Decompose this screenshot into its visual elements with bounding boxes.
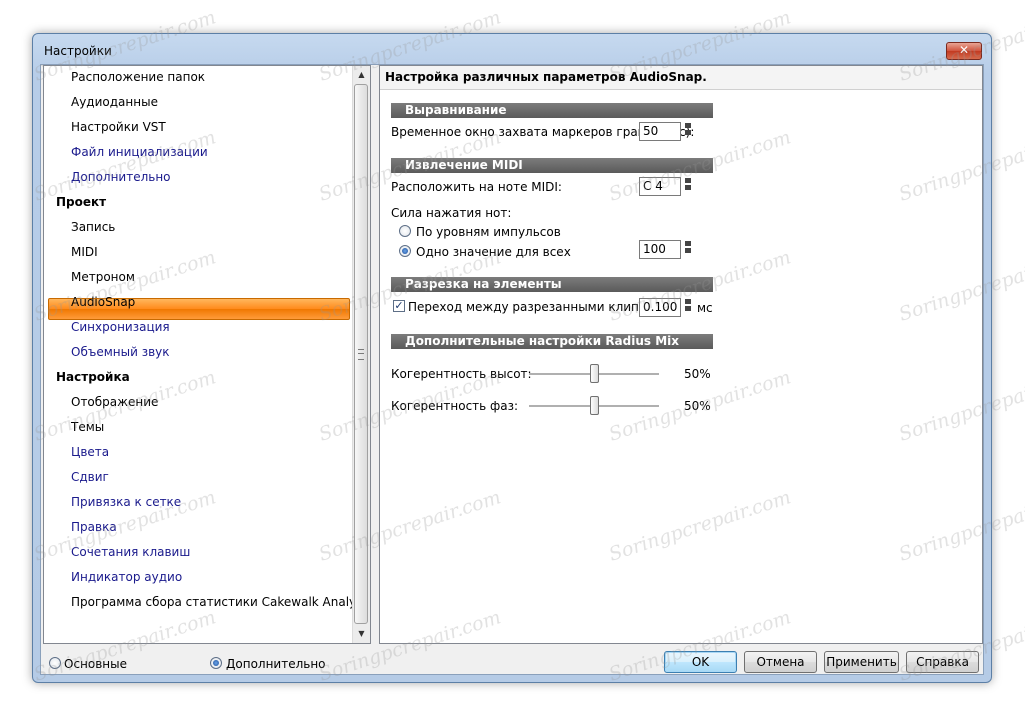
tree-item[interactable]: Сдвиг <box>71 466 109 488</box>
close-button[interactable]: ✕ <box>946 42 982 60</box>
capture-window-spinner[interactable] <box>684 122 692 141</box>
crossfade-unit: мс <box>697 301 713 315</box>
capture-window-input[interactable]: 50 <box>639 122 681 141</box>
spin-down-icon <box>685 185 691 190</box>
cancel-button[interactable]: Отмена <box>744 651 817 673</box>
tree-category[interactable]: Настройка <box>56 366 130 388</box>
spin-up-icon <box>685 178 691 183</box>
phase-coherence-slider-thumb[interactable] <box>589 396 599 415</box>
velocity-spinner[interactable] <box>684 240 692 259</box>
tree-category[interactable]: Проект <box>56 191 106 213</box>
tree-item[interactable]: Темы <box>71 416 104 438</box>
tree-item[interactable]: Дополнительно <box>71 166 171 188</box>
tree-item[interactable]: Настройки VST <box>71 116 166 138</box>
velocity-single-label[interactable]: Одно значение для всех <box>416 245 571 259</box>
velocity-pulses-radio[interactable] <box>399 225 411 237</box>
spin-down-icon <box>685 130 691 135</box>
close-icon: ✕ <box>958 43 970 57</box>
midi-note-spinner[interactable] <box>684 177 692 196</box>
tree-item[interactable]: Индикатор аудио <box>71 566 182 588</box>
midi-note-input[interactable]: C 4 <box>639 177 681 196</box>
tree-item[interactable]: Цвета <box>71 441 109 463</box>
tree-item[interactable]: Сочетания клавиш <box>71 541 190 563</box>
title-bar: Настройки ✕ <box>33 34 991 64</box>
settings-window: Настройки ✕ Расположение папок Аудиоданны… <box>32 33 992 683</box>
audiosnap-settings-panel: Настройка различных параметров AudioSnap… <box>379 65 983 644</box>
tree-item[interactable]: Правка <box>71 516 117 538</box>
mode-advanced-radio[interactable] <box>210 657 222 669</box>
tree-scrollbar[interactable]: ▲ ▼ <box>352 66 370 643</box>
pitch-coherence-slider-thumb[interactable] <box>589 364 599 383</box>
help-button[interactable]: Справка <box>906 651 979 673</box>
pitch-coherence-value: 50% <box>684 367 711 381</box>
section-split: Разрезка на элементы <box>391 277 713 292</box>
tree-item[interactable]: Файл инициализации <box>71 141 208 163</box>
spin-up-icon <box>685 123 691 128</box>
velocity-label: Сила нажатия нот: <box>391 206 512 220</box>
velocity-pulses-label[interactable]: По уровням импульсов <box>416 225 561 239</box>
tree-item[interactable]: Объемный звук <box>71 341 170 363</box>
tree-item[interactable]: Расположение папок <box>71 66 205 88</box>
velocity-single-radio[interactable] <box>399 245 411 257</box>
mode-basic-radio[interactable] <box>49 657 61 669</box>
phase-coherence-label: Когерентность фаз: <box>391 399 519 413</box>
tree-item[interactable]: MIDI <box>71 241 98 263</box>
tree-item[interactable]: Отображение <box>71 391 158 413</box>
crossfade-value-input[interactable]: 0.100 <box>639 298 681 317</box>
crossfade-spinner[interactable] <box>684 298 692 317</box>
panel-header: Настройка различных параметров AudioSnap… <box>380 66 982 90</box>
scroll-up-icon[interactable]: ▲ <box>353 66 370 83</box>
dialog-client-area: Расположение папок Аудиоданные Настройки V… <box>40 64 984 675</box>
scroll-thumb[interactable] <box>354 84 368 624</box>
spin-down-icon <box>685 248 691 253</box>
tree-item[interactable]: Запись <box>71 216 115 238</box>
crossfade-label[interactable]: Переход между разрезанными клипами <box>408 300 663 314</box>
settings-tree[interactable]: Расположение папок Аудиоданные Настройки V… <box>43 65 371 644</box>
mode-advanced-label[interactable]: Дополнительно <box>226 657 326 671</box>
apply-button[interactable]: Применить <box>824 651 899 673</box>
section-midi-extract: Извлечение MIDI <box>391 158 713 173</box>
tree-item[interactable]: Метроном <box>71 266 135 288</box>
pitch-coherence-label: Когерентность высот: <box>391 367 532 381</box>
ok-button[interactable]: OK <box>664 651 737 673</box>
tree-item[interactable]: Синхронизация <box>71 316 170 338</box>
tree-item[interactable]: Привязка к сетке <box>71 491 181 513</box>
spin-down-icon <box>685 306 691 311</box>
tree-item[interactable]: AudioSnap <box>71 291 135 313</box>
tree-item[interactable]: Аудиоданные <box>71 91 158 113</box>
tree-item[interactable]: Программа сбора статистики Cakewalk Anal… <box>71 591 370 613</box>
spin-up-icon <box>685 241 691 246</box>
grip-icon <box>358 349 364 360</box>
scroll-down-icon[interactable]: ▼ <box>353 625 370 642</box>
crossfade-checkbox[interactable]: ✓ <box>393 300 405 312</box>
midi-note-label: Расположить на ноте MIDI: <box>391 180 562 194</box>
section-alignment: Выравнивание <box>391 103 713 118</box>
mode-basic-label[interactable]: Основные <box>64 657 127 671</box>
velocity-value-input[interactable]: 100 <box>639 240 681 259</box>
phase-coherence-value: 50% <box>684 399 711 413</box>
window-title: Настройки <box>44 44 112 58</box>
section-radius-mix: Дополнительные настройки Radius Mix <box>391 334 713 349</box>
spin-up-icon <box>685 299 691 304</box>
